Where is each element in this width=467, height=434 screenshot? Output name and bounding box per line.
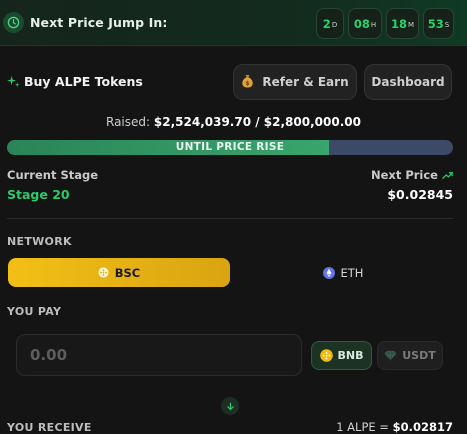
token-bnb-button[interactable]: BNB [311, 341, 372, 370]
current-stage-label: Current Stage [7, 168, 99, 182]
bnb-icon [319, 349, 333, 362]
clock-icon [3, 12, 24, 33]
next-price-label: Next Price [371, 168, 453, 182]
countdown-minutes: 18 M [386, 8, 419, 39]
raised-amount: Raised: $2,524,039.70 / $2,800,000.00 [106, 115, 361, 129]
countdown-hours: 08 H [348, 8, 382, 39]
countdown-bar: Next Price Jump In: 2D 08 H 18 M 53 S [0, 0, 467, 46]
network-bsc-button[interactable]: BSC [8, 258, 230, 287]
price-progress-bar: UNTIL PRICE RISE [7, 140, 453, 155]
countdown-seconds: 53 S [423, 8, 454, 39]
eth-icon [322, 266, 335, 279]
you-pay-label: YOU PAY [7, 305, 62, 318]
you-receive-label: YOU RECEIVE [7, 421, 92, 434]
sparkle-icon [7, 75, 20, 88]
svg-text:$: $ [246, 80, 250, 87]
money-bag-icon: $ [241, 74, 254, 91]
token-usdt-button[interactable]: USDT [377, 341, 443, 370]
divider [7, 218, 453, 219]
arrow-down-icon [226, 402, 234, 410]
countdown-title: Next Price Jump In: [30, 15, 168, 30]
bsc-icon [98, 267, 109, 278]
current-stage-value: Stage 20 [7, 187, 70, 202]
network-eth-button[interactable]: ETH [232, 258, 454, 287]
swap-arrow-button[interactable] [221, 397, 239, 415]
buy-title: Buy ALPE Tokens [7, 74, 143, 89]
receive-rate: 1 ALPE = $0.02817 [336, 420, 453, 434]
countdown-days: 2D [316, 8, 344, 39]
pay-amount-input[interactable]: 0.00 [16, 334, 302, 376]
trend-up-icon [442, 171, 453, 179]
network-label: NETWORK [7, 235, 72, 248]
dashboard-button[interactable]: Dashboard [364, 64, 452, 100]
next-price-value: $0.02845 [387, 187, 453, 202]
progress-label: UNTIL PRICE RISE [175, 141, 285, 153]
refer-earn-button[interactable]: $ Refer & Earn [233, 64, 357, 100]
usdt-diamond-icon [384, 350, 397, 361]
